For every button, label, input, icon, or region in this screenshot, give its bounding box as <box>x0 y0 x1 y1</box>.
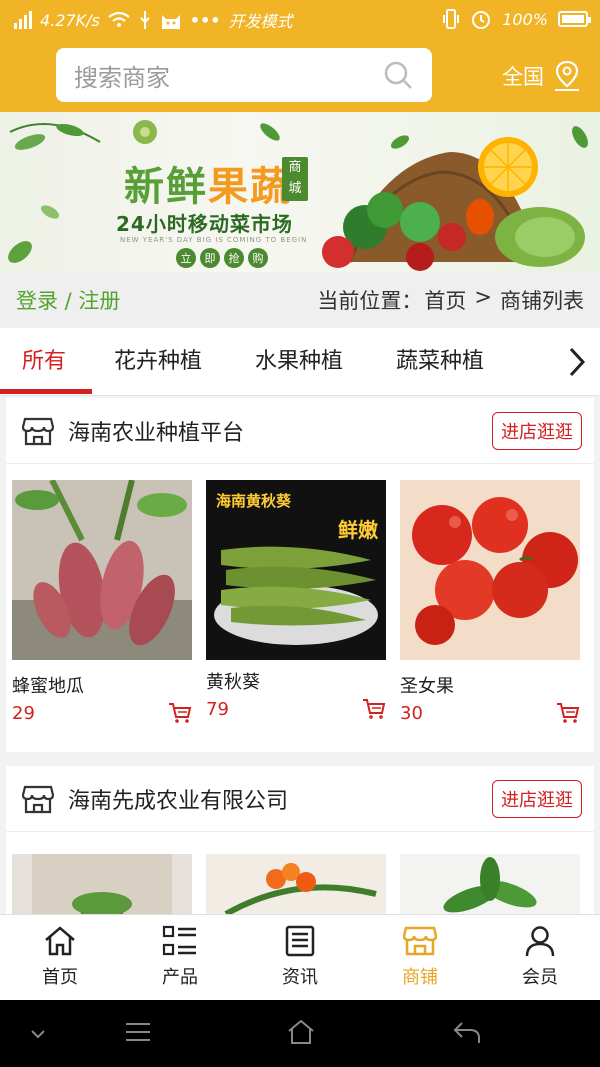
vibrate-icon <box>443 9 460 29</box>
category-tabs: 所有 花卉种植 水果种植 蔬菜种植 <box>0 328 600 396</box>
nav-shops-label: 商铺 <box>402 967 438 988</box>
cart-icon[interactable] <box>362 698 386 720</box>
battery-icon <box>558 11 591 27</box>
cart-icon[interactable] <box>168 702 192 724</box>
region-label: 全国 <box>502 65 544 89</box>
list-icon <box>162 925 196 956</box>
nav-member-label: 会员 <box>522 967 558 988</box>
more-icon: ••• <box>189 10 221 30</box>
system-nav-bar <box>0 1000 600 1067</box>
cat-icon <box>161 15 180 29</box>
breadcrumb-current: 商铺列表 <box>500 289 584 313</box>
home-icon <box>45 926 75 956</box>
nav-news[interactable]: 资讯 <box>240 915 360 1000</box>
chevron-down-icon[interactable] <box>30 1028 46 1040</box>
shop-icon <box>403 926 437 956</box>
breadcrumb: 当前位置： 首页 > 商铺列表 <box>317 285 584 315</box>
top-header: 搜索商家 全国 <box>0 40 600 112</box>
fern-plant-image[interactable] <box>12 854 192 914</box>
search-input[interactable]: 搜索商家 <box>74 58 382 93</box>
cherry-tomato-image <box>400 480 580 660</box>
chevron-right-icon[interactable] <box>566 346 588 378</box>
product-price: 29 <box>12 702 35 724</box>
product-price: 79 <box>206 698 229 720</box>
back-icon[interactable] <box>452 1020 482 1046</box>
okra-label-text: 海南黄秋葵 <box>216 492 292 510</box>
banner-badge: 商城 <box>282 157 308 201</box>
menu-icon[interactable] <box>124 1020 152 1044</box>
shop-icon <box>22 785 54 813</box>
tab-flowers[interactable]: 花卉种植 <box>114 328 202 396</box>
search-bar[interactable]: 搜索商家 <box>56 48 432 102</box>
product-card[interactable]: 海南黄秋葵 鲜嫩 黄秋葵 79 <box>206 480 386 724</box>
sweet-potato-image <box>12 478 192 660</box>
network-speed: 4.27K/s <box>40 10 100 30</box>
tab-fruits[interactable]: 水果种植 <box>255 328 343 396</box>
product-price: 30 <box>400 702 423 724</box>
banner-title: 新鲜果蔬 <box>124 164 292 210</box>
shop-name[interactable]: 海南先成农业有限公司 <box>68 783 492 815</box>
battery-percent: 100% <box>502 9 548 29</box>
breadcrumb-home[interactable]: 首页 <box>424 285 466 315</box>
product-card[interactable]: 圣女果 30 <box>400 480 580 724</box>
nav-products[interactable]: 产品 <box>120 915 240 1000</box>
nav-products-label: 产品 <box>162 967 198 988</box>
banner-english: NEW YEAR'S DAY BIG IS COMING TO BEGIN <box>120 236 308 244</box>
product-name: 黄秋葵 <box>206 672 260 693</box>
alarm-icon <box>472 11 491 29</box>
okra-image: 海南黄秋葵 鲜嫩 <box>206 480 386 660</box>
location-icon <box>555 60 579 91</box>
money-tree-image[interactable] <box>400 854 580 914</box>
cart-icon[interactable] <box>556 702 580 724</box>
product-card[interactable]: 蜂蜜地瓜 29 <box>12 478 192 724</box>
dev-mode-label: 开发模式 <box>228 12 293 31</box>
banner-subtitle: 24小时移动菜市场 <box>116 212 293 236</box>
region-selector[interactable]: 全国 <box>502 60 582 92</box>
tab-all[interactable]: 所有 <box>22 328 66 396</box>
login-register-link[interactable]: 登录 / 注册 <box>16 285 120 315</box>
product-name: 圣女果 <box>400 676 454 697</box>
nav-home-label: 首页 <box>42 967 78 988</box>
home-button-icon[interactable] <box>286 1018 316 1046</box>
tab-vegetables[interactable]: 蔬菜种植 <box>396 328 484 396</box>
nav-home[interactable]: 首页 <box>0 915 120 1000</box>
user-icon <box>525 926 555 957</box>
shop-icon <box>22 417 54 445</box>
shop-card: 海南先成农业有限公司 进店逛逛 <box>6 766 594 914</box>
shop-name[interactable]: 海南农业种植平台 <box>68 415 492 447</box>
search-icon[interactable] <box>382 59 414 91</box>
signal-icon <box>14 11 32 29</box>
status-bar: 4.27K/s ••• 开发模式 100% <box>0 0 600 40</box>
nav-news-label: 资讯 <box>282 967 318 988</box>
shop-card: 海南农业种植平台 进店逛逛 蜂蜜地瓜 29 海南黄秋葵 鲜嫩 黄秋葵 79 圣女… <box>6 398 594 752</box>
news-icon <box>285 925 315 957</box>
nav-member[interactable]: 会员 <box>480 915 600 1000</box>
okra-fresh-text: 鲜嫩 <box>338 518 378 542</box>
usb-icon <box>140 11 150 29</box>
bottom-navigation: 首页 产品 资讯 商铺 会员 <box>0 914 600 1000</box>
promo-banner[interactable]: 新鲜果蔬 商城 24小时移动菜市场 NEW YEAR'S DAY BIG IS … <box>0 112 600 272</box>
wifi-icon <box>108 11 130 27</box>
product-name: 蜂蜜地瓜 <box>12 676 84 697</box>
enter-shop-button[interactable]: 进店逛逛 <box>492 779 582 818</box>
nav-shops[interactable]: 商铺 <box>360 915 480 1000</box>
enter-shop-button[interactable]: 进店逛逛 <box>492 411 582 450</box>
clivia-plant-image[interactable] <box>206 854 386 914</box>
banner-buy-button[interactable]: 立即抢购 <box>176 248 268 268</box>
breadcrumb-row: 登录 / 注册 当前位置： 首页 > 商铺列表 <box>0 272 600 328</box>
active-tab-indicator <box>0 389 92 394</box>
